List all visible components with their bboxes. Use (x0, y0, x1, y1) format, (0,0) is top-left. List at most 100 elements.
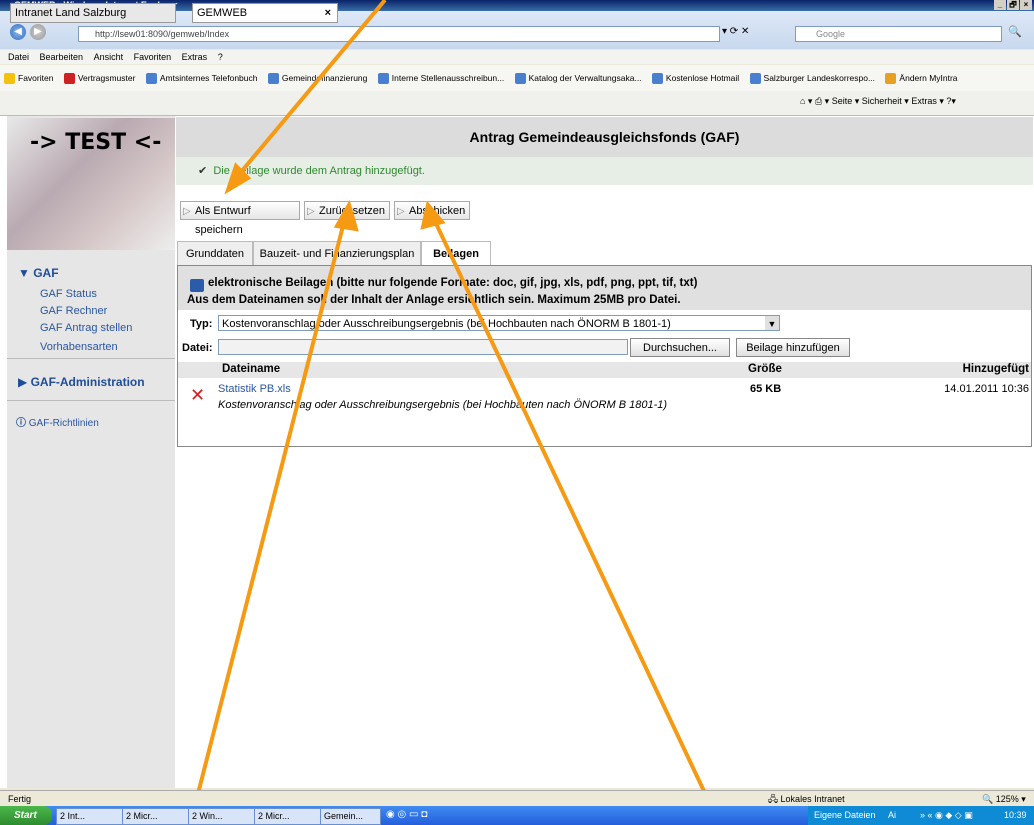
favorites-button[interactable]: Favoriten (18, 73, 53, 83)
table-header: Dateiname Größe Hinzugefügt (178, 362, 1031, 378)
menu-help[interactable]: ? (218, 52, 223, 62)
taskbar-item-outlook[interactable]: 2 Micr... (122, 808, 189, 825)
home-icon[interactable]: ⌂ ▾ (800, 96, 812, 106)
search-icon[interactable]: 🔍 (1008, 25, 1022, 38)
success-message: ✔ Die Beilage wurde dem Antrag hinzugefü… (176, 157, 1033, 185)
taskbar-item-word[interactable]: 2 Micr... (254, 808, 321, 825)
file-size: 65 KB (750, 383, 782, 395)
star-icon (4, 73, 15, 85)
menu-favorites[interactable]: Favoriten (134, 52, 172, 62)
browse-button[interactable]: Durchsuchen... (630, 338, 730, 357)
tab-beilagen[interactable]: Beilagen (421, 241, 491, 266)
check-icon: ✔ (198, 165, 208, 177)
info-size-limit: Aus dem Dateinamen soll der Inhalt der A… (187, 294, 681, 306)
browser-tab-intranet[interactable]: Intranet Land Salzburg (10, 3, 176, 23)
refresh-icon[interactable]: ▾ ⟳ ✕ (722, 26, 749, 37)
sidebar-section-gaf[interactable]: ▼ GAF (18, 266, 59, 280)
fav-link-4[interactable]: Interne Stellenausschreibun... (392, 73, 504, 83)
print-icon[interactable]: ⎙ ▾ (815, 96, 829, 106)
sidebar-item-vorhabensarten[interactable]: Vorhabensarten (40, 341, 118, 353)
maximize-button[interactable]: 🗗 (1007, 0, 1019, 10)
search-input[interactable]: Google (795, 26, 1002, 42)
tray-icons[interactable]: » « ◉ ◆ ◇ ▣ (920, 810, 973, 821)
zone-indicator: 🖧 Lokales Intranet (768, 794, 845, 804)
col-size: Größe (748, 363, 782, 375)
reset-button[interactable]: Zurücksetzen (304, 201, 390, 221)
favorites-bar: Favoriten Vertragsmuster Amtsinternes Te… (0, 65, 1034, 91)
pdf-icon (63, 73, 75, 85)
tools-menu[interactable]: Extras ▾ (911, 96, 944, 106)
save-draft-button[interactable]: Als Entwurf speichern (180, 201, 300, 236)
command-bar: ⌂ ▾ ⎙ ▾ Seite ▾ Sicherheit ▾ Extras ▾ ?▾ (800, 96, 956, 107)
fav-link-1[interactable]: Vertragsmuster (78, 73, 136, 83)
close-button[interactable]: × (1020, 0, 1032, 10)
caret-down-icon: ▼ (18, 266, 34, 280)
fav-link-6[interactable]: Kostenlose Hotmail (666, 73, 739, 83)
file-label: Datei: (182, 342, 213, 354)
user-icon (885, 73, 897, 85)
safety-menu[interactable]: Sicherheit ▾ (862, 96, 909, 106)
tab-bauzeit[interactable]: Bauzeit- und Finanzierungsplan (253, 241, 421, 265)
delete-icon[interactable]: ✕ (190, 385, 205, 406)
back-icon[interactable]: ◀ (10, 24, 26, 40)
close-tab-icon[interactable]: × (325, 4, 331, 22)
sidebar-section-admin[interactable]: ▶ GAF-Administration (18, 375, 145, 389)
file-added: 14.01.2011 10:36 (944, 383, 1029, 395)
divider (7, 358, 175, 359)
fav-link-2[interactable]: Amtsinternes Telefonbuch (160, 73, 258, 83)
clock: 10:39 (1004, 810, 1027, 820)
tray-folder[interactable]: Eigene Dateien (814, 810, 876, 820)
page-menu[interactable]: Seite ▾ (832, 96, 860, 106)
zoom-control[interactable]: 🔍 125% ▾ (982, 791, 1026, 807)
sidebar-item-gaf-rechner[interactable]: GAF Rechner (40, 305, 107, 317)
file-input[interactable] (218, 339, 628, 355)
submit-button[interactable]: Abschicken (394, 201, 470, 221)
info-icon: ⓘ (16, 418, 29, 429)
ie-page-icon (514, 73, 526, 85)
menu-bar: Datei Bearbeiten Ansicht Favoriten Extra… (0, 50, 1034, 64)
taskbar-item-ie[interactable]: 2 Int... (56, 808, 123, 825)
browser-tab-gemweb[interactable]: GEMWEB × (192, 3, 338, 23)
page-title: Antrag Gemeindeausgleichsfonds (GAF) (176, 117, 1033, 157)
address-input[interactable]: http://lsew01:8090/gemweb/Index (78, 26, 720, 42)
status-text: Fertig (8, 794, 32, 804)
info-formats: elektronische Beilagen (bitte nur folgen… (208, 277, 698, 289)
start-button[interactable]: Start (0, 806, 52, 825)
minimize-button[interactable]: _ (994, 0, 1006, 10)
taskbar-item-gemweb[interactable]: Gemein... (320, 808, 381, 825)
add-attachment-button[interactable]: Beilage hinzufügen (736, 338, 850, 357)
fav-link-8[interactable]: Ändern MyIntra (899, 73, 957, 83)
quick-launch[interactable]: ◉ ◎ ▭ ◘ (386, 809, 427, 820)
fav-link-5[interactable]: Katalog der Verwaltungsaka... (529, 73, 642, 83)
sidebar-item-gaf-status[interactable]: GAF Status (40, 288, 97, 300)
file-link[interactable]: Statistik PB.xls (218, 383, 291, 395)
taskbar: Start 2 Int... 2 Micr... 2 Win... 2 Micr… (0, 806, 1034, 825)
table-row: ✕ Statistik PB.xls 65 KB 14.01.2011 10:3… (178, 380, 1031, 414)
col-filename: Dateiname (222, 363, 281, 375)
intranet-icon: 🖧 (768, 794, 781, 804)
fav-link-7[interactable]: Salzburger Landeskorrespo... (764, 73, 876, 83)
ie-page-icon (377, 73, 389, 85)
caret-right-icon: ▶ (18, 375, 31, 389)
ie-page-icon (267, 73, 279, 85)
ie-page-icon (749, 73, 761, 85)
save-icon (190, 279, 204, 292)
type-label: Typ: (190, 318, 213, 330)
taskbar-item-explorer[interactable]: 2 Win... (188, 808, 255, 825)
help-icon[interactable]: ?▾ (946, 96, 956, 106)
type-select[interactable]: Kostenvoranschlag oder Ausschreibungserg… (218, 315, 780, 331)
menu-edit[interactable]: Bearbeiten (40, 52, 84, 62)
divider (7, 400, 175, 401)
tab-grunddaten[interactable]: Grunddaten (177, 241, 253, 265)
file-description: Kostenvoranschlag oder Ausschreibungserg… (218, 399, 668, 411)
tray-extra[interactable]: Ai (888, 810, 896, 820)
fav-link-3[interactable]: Gemeindefinanzierung (282, 73, 368, 83)
sidebar-item-gaf-antrag[interactable]: GAF Antrag stellen (40, 322, 132, 334)
sidebar-item-richtlinien[interactable]: ⓘ GAF-Richtlinien (16, 414, 99, 429)
menu-file[interactable]: Datei (8, 52, 29, 62)
forward-icon[interactable]: ▶ (30, 24, 46, 40)
logo-text: -> TEST <- (30, 130, 162, 155)
menu-tools[interactable]: Extras (182, 52, 208, 62)
ie-page-icon (145, 73, 157, 85)
menu-view[interactable]: Ansicht (94, 52, 124, 62)
